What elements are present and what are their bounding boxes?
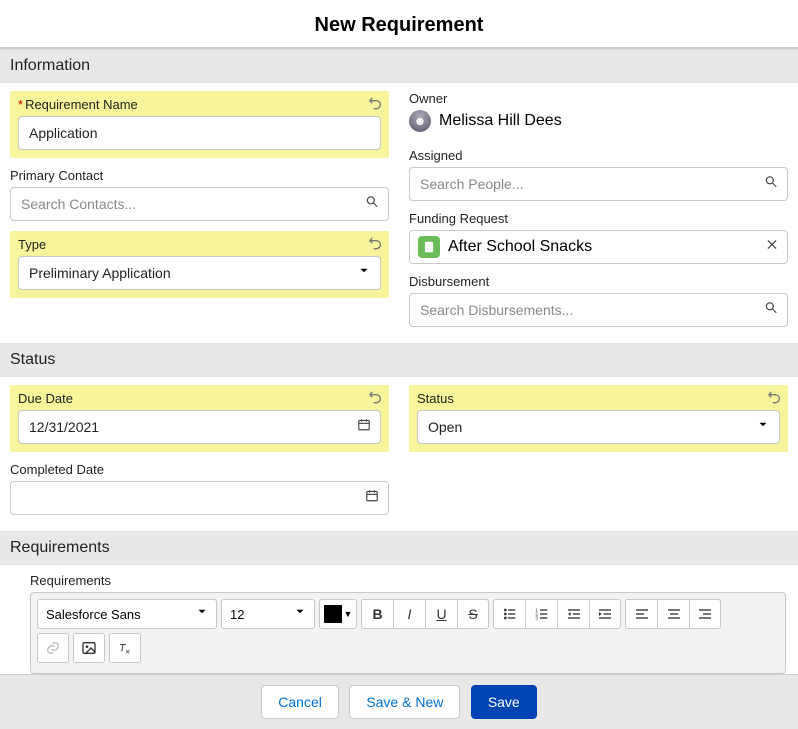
search-icon [365, 195, 379, 214]
label-due-date: Due Date [18, 391, 381, 406]
label-owner: Owner [409, 91, 788, 106]
rte-align-center-button[interactable] [657, 599, 689, 629]
calendar-icon[interactable] [365, 489, 379, 508]
rte-strike-button[interactable]: S [457, 599, 489, 629]
funding-request-pill[interactable]: After School Snacks [409, 230, 788, 264]
rte-underline-button[interactable]: U [425, 599, 457, 629]
rte-clear-format-button[interactable] [109, 633, 141, 663]
owner-name: Melissa Hill Dees [439, 112, 562, 130]
cancel-button[interactable]: Cancel [261, 685, 339, 719]
footer: Cancel Save & New Save [0, 674, 798, 729]
status-select[interactable]: Open [417, 410, 780, 444]
label-completed-date: Completed Date [10, 462, 389, 477]
field-primary-contact: Primary Contact [10, 168, 389, 221]
search-icon [764, 175, 778, 194]
rte-color-picker[interactable]: ▼ [319, 599, 357, 629]
field-due-date: Due Date [10, 385, 389, 452]
calendar-icon[interactable] [357, 418, 371, 437]
rich-text-editor: Salesforce Sans 12 ▼ B I U S [30, 592, 786, 674]
owner-avatar: ☻ [409, 110, 431, 132]
save-button[interactable]: Save [471, 685, 537, 719]
record-icon [418, 236, 440, 258]
rte-outdent-button[interactable] [557, 599, 589, 629]
close-icon[interactable] [765, 238, 779, 257]
field-completed-date: Completed Date [10, 462, 389, 515]
label-requirement-name: *Requirement Name [18, 97, 381, 112]
save-and-new-button[interactable]: Save & New [349, 685, 460, 719]
undo-icon[interactable] [367, 94, 383, 115]
rte-font-select[interactable]: Salesforce Sans [37, 599, 217, 629]
page-title: New Requirement [0, 0, 798, 49]
rte-align-right-button[interactable] [689, 599, 721, 629]
field-assigned: Assigned [409, 148, 788, 201]
field-owner: Owner ☻ Melissa Hill Dees [409, 91, 788, 132]
rte-bullets-button[interactable] [493, 599, 525, 629]
requirement-name-input[interactable] [18, 116, 381, 150]
rte-link-button[interactable] [37, 633, 69, 663]
undo-icon[interactable] [367, 234, 383, 255]
assigned-input[interactable] [409, 167, 788, 201]
undo-icon[interactable] [766, 388, 782, 409]
field-status: Status Open [409, 385, 788, 452]
primary-contact-input[interactable] [10, 187, 389, 221]
label-funding-request: Funding Request [409, 211, 788, 226]
rte-image-button[interactable] [73, 633, 105, 663]
label-disbursement: Disbursement [409, 274, 788, 289]
type-select[interactable]: Preliminary Application [18, 256, 381, 290]
rte-align-left-button[interactable] [625, 599, 657, 629]
label-status: Status [417, 391, 780, 406]
completed-date-input[interactable] [10, 481, 389, 515]
funding-request-value: After School Snacks [448, 238, 592, 256]
section-header-requirements: Requirements [0, 531, 798, 565]
rte-italic-button[interactable]: I [393, 599, 425, 629]
label-type: Type [18, 237, 381, 252]
disbursement-input[interactable] [409, 293, 788, 327]
field-type: Type Preliminary Application [10, 231, 389, 298]
field-funding-request: Funding Request After School Snacks [409, 211, 788, 264]
rte-size-select[interactable]: 12 [221, 599, 315, 629]
search-icon [764, 301, 778, 320]
rte-indent-button[interactable] [589, 599, 621, 629]
rte-bold-button[interactable]: B [361, 599, 393, 629]
section-header-status: Status [0, 343, 798, 377]
label-primary-contact: Primary Contact [10, 168, 389, 183]
undo-icon[interactable] [367, 388, 383, 409]
field-requirement-name: *Requirement Name [10, 91, 389, 158]
rte-numbered-button[interactable] [525, 599, 557, 629]
label-assigned: Assigned [409, 148, 788, 163]
due-date-input[interactable] [18, 410, 381, 444]
field-disbursement: Disbursement [409, 274, 788, 327]
label-requirements: Requirements [30, 573, 786, 588]
section-header-information: Information [0, 49, 798, 83]
